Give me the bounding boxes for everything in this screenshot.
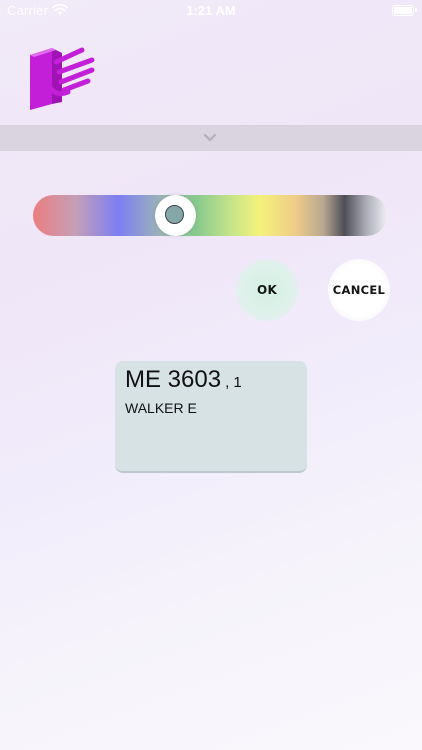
color-slider[interactable] bbox=[33, 195, 387, 236]
collapse-bar[interactable] bbox=[0, 125, 422, 151]
slider-thumb[interactable] bbox=[155, 195, 196, 236]
selected-color-swatch bbox=[165, 205, 184, 224]
status-bar: Carrier 1:21 AM bbox=[0, 0, 422, 22]
info-card[interactable]: ME 3603, 1 WALKER E bbox=[115, 361, 307, 473]
card-code: ME 3603 bbox=[125, 366, 222, 393]
status-time: 1:21 AM bbox=[186, 3, 236, 18]
book-hand-logo-icon bbox=[30, 47, 95, 110]
card-instructor: WALKER E bbox=[125, 400, 197, 416]
battery-icon bbox=[392, 5, 417, 16]
cancel-button[interactable]: CANCEL bbox=[328, 259, 390, 321]
card-section: , 1 bbox=[225, 374, 242, 391]
ok-button[interactable]: OK bbox=[236, 259, 298, 321]
card-title-row: ME 3603, 1 bbox=[125, 366, 242, 394]
chevron-down-icon[interactable] bbox=[203, 133, 217, 143]
